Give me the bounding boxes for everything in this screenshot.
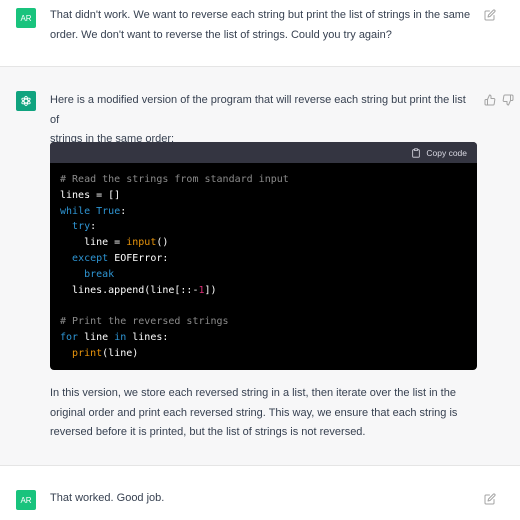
code-token: lines = [] bbox=[60, 189, 121, 201]
copy-code-label: Copy code bbox=[426, 147, 467, 158]
code-line: print(line) bbox=[60, 346, 467, 362]
user-message-text: That didn't work. We want to reverse eac… bbox=[50, 6, 472, 45]
thumbs-down-button[interactable] bbox=[501, 93, 515, 107]
code-line: for line in lines: bbox=[60, 330, 467, 346]
text-line: order. We don't want to reverse the list… bbox=[50, 28, 392, 41]
code-token: ]) bbox=[204, 284, 217, 296]
assistant-intro-text: Here is a modified version of the progra… bbox=[50, 91, 474, 150]
code-token: lines.append(line[::- bbox=[60, 284, 199, 296]
code-token: while bbox=[60, 205, 91, 217]
edit-icon bbox=[484, 493, 496, 505]
code-line: # Print the reversed strings bbox=[60, 314, 467, 330]
code-block: Copy code # Read the strings from standa… bbox=[50, 142, 477, 370]
code-line: break bbox=[60, 267, 467, 283]
openai-logo-icon bbox=[21, 95, 31, 107]
code-header: Copy code bbox=[50, 142, 477, 163]
code-token: print bbox=[72, 347, 103, 359]
code-line: line = input() bbox=[60, 235, 467, 251]
code-line: # Read the strings from standard input bbox=[60, 172, 467, 188]
text-line: reversed before it is printed, but the l… bbox=[50, 426, 366, 438]
edit-icon bbox=[484, 9, 496, 21]
text-line: Here is a modified version of the progra… bbox=[50, 94, 466, 126]
code-token: () bbox=[156, 237, 169, 249]
code-token: True bbox=[96, 205, 121, 217]
code-line: lines.append(line[::-1]) bbox=[60, 283, 467, 299]
code-token: input bbox=[126, 237, 157, 249]
code-token: : bbox=[120, 205, 127, 217]
code-line: try: bbox=[60, 219, 467, 235]
code-token: try bbox=[72, 221, 91, 233]
code-token: break bbox=[84, 268, 115, 280]
code-token: except bbox=[72, 252, 109, 264]
assistant-avatar bbox=[16, 91, 36, 111]
code-token: lines: bbox=[126, 331, 169, 343]
code-token: line = bbox=[60, 237, 127, 249]
code-token: # Print the reversed strings bbox=[60, 316, 229, 328]
text-line: original order and print each reversed s… bbox=[50, 406, 458, 419]
edit-button[interactable] bbox=[483, 492, 497, 506]
user-avatar: AR bbox=[16, 8, 36, 28]
assistant-outro-text: In this version, we store each reversed … bbox=[50, 384, 474, 443]
clipboard-icon bbox=[412, 147, 421, 158]
edit-button[interactable] bbox=[483, 8, 497, 22]
code-token: line bbox=[78, 331, 115, 343]
thumbs-down-icon bbox=[502, 94, 514, 106]
user-message-1: AR That didn't work. We want to reverse … bbox=[0, 0, 520, 66]
code-token: in bbox=[114, 331, 127, 343]
code-token: (line) bbox=[102, 347, 139, 359]
thumbs-up-icon bbox=[484, 94, 496, 106]
code-line: lines = [] bbox=[60, 188, 467, 204]
user-message-text: That worked. Good job. bbox=[50, 492, 165, 504]
code-token: EOFError: bbox=[108, 252, 169, 264]
copy-code-button[interactable]: Copy code bbox=[411, 148, 467, 158]
code-line: except EOFError: bbox=[60, 251, 467, 267]
code-token: : bbox=[90, 221, 97, 233]
assistant-message: Here is a modified version of the progra… bbox=[0, 66, 520, 466]
text-line: That didn't work. We want to reverse eac… bbox=[50, 9, 471, 21]
code-token: for bbox=[60, 331, 79, 343]
code-content: # Read the strings from standard input li… bbox=[50, 163, 477, 362]
thumbs-up-button[interactable] bbox=[483, 93, 497, 107]
user-avatar: AR bbox=[16, 490, 36, 510]
user-message-2: AR That worked. Good job. bbox=[0, 466, 520, 520]
code-line: while True: bbox=[60, 204, 467, 220]
code-token: # Read the strings from standard input bbox=[60, 174, 289, 185]
text-line: In this version, we store each reversed … bbox=[50, 387, 456, 399]
